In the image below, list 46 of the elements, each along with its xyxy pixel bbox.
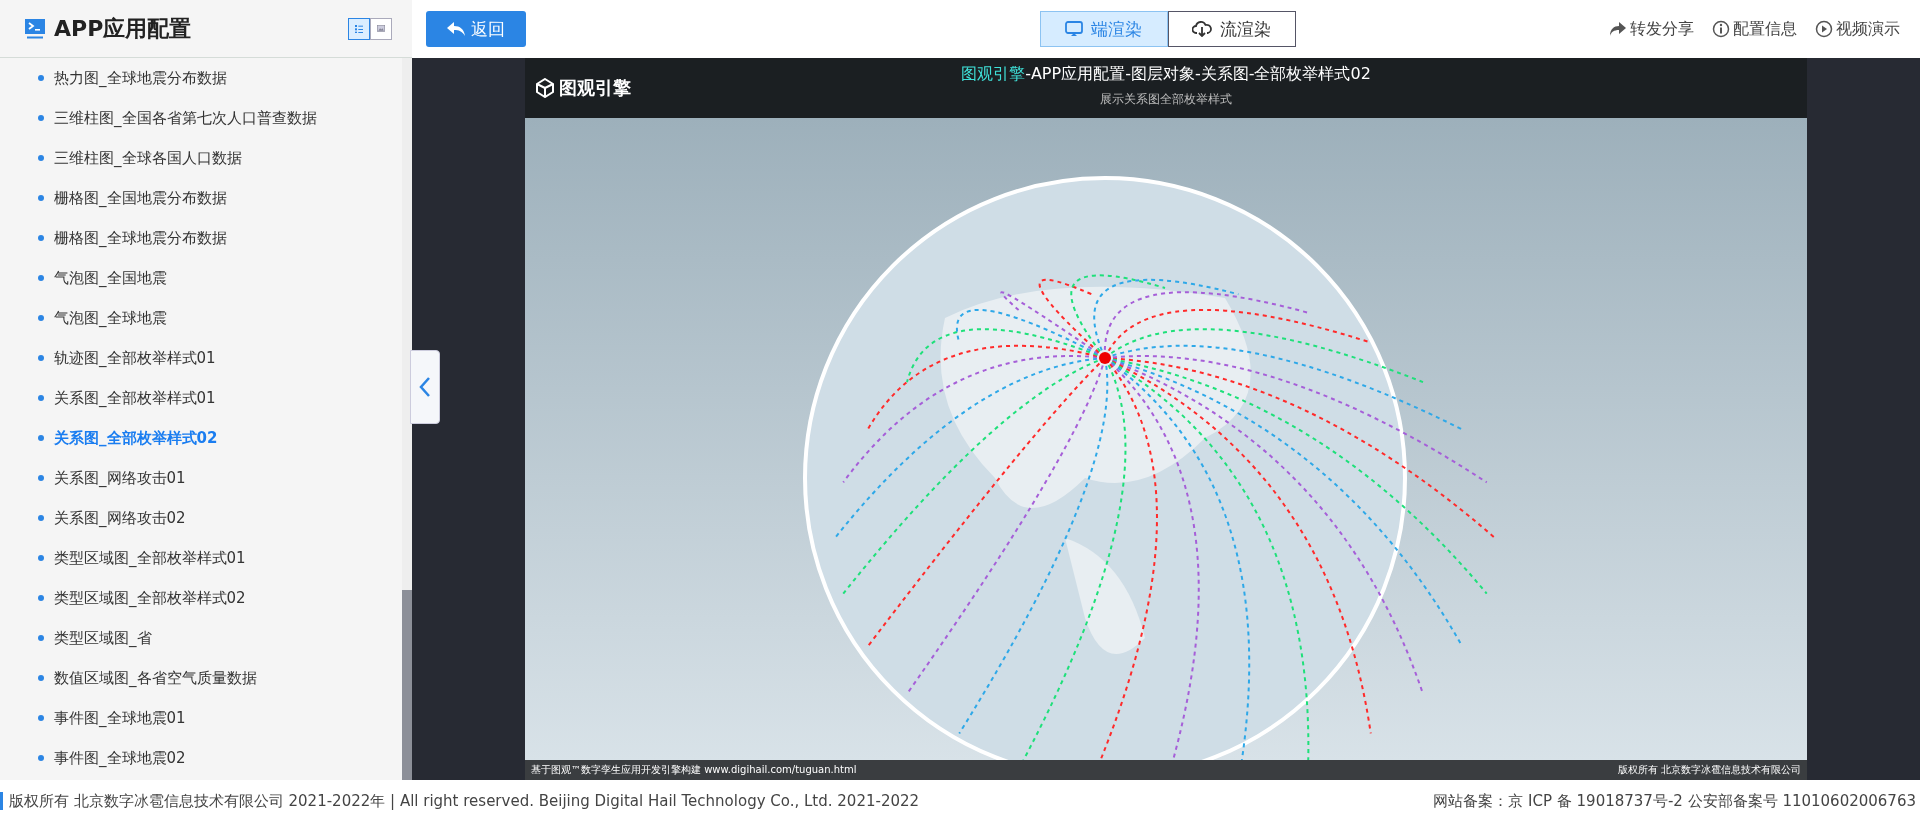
sidebar-item[interactable]: 轨迹图_全部枚举样式01	[38, 338, 216, 378]
terminal-icon	[24, 17, 46, 40]
sidebar-item[interactable]: 栅格图_全球地震分布数据	[38, 218, 227, 258]
viewer-subtitle: 展示关系图全部枚举样式	[1100, 91, 1232, 108]
viewer-copyright: 版权所有 北京数字冰雹信息技术有限公司	[1617, 763, 1801, 777]
toolbar-link[interactable]: 视频演示	[1815, 18, 1900, 40]
brand-name: 图观引擎	[559, 76, 631, 100]
sidebar-item[interactable]: 类型区域图_省	[38, 618, 152, 658]
sidebar-title: APP应用配置	[54, 14, 193, 43]
sidebar-item[interactable]: 关系图_全部枚举样式01	[38, 378, 216, 418]
image-icon	[377, 23, 385, 34]
sidebar-item[interactable]: 气泡图_全球地震	[38, 298, 167, 338]
sidebar-item[interactable]: 栅格图_全国地震分布数据	[38, 178, 227, 218]
logo-icon	[535, 78, 555, 98]
sidebar-item[interactable]: 热力图_全球地震分布数据	[38, 58, 227, 98]
back-button[interactable]: 返回	[426, 11, 526, 47]
sidebar-item[interactable]: 三维柱图_全球各国人口数据	[38, 138, 242, 178]
play-icon	[1815, 20, 1833, 38]
sidebar-item[interactable]: 三维柱图_全国各省第七次人口普查数据	[38, 98, 317, 138]
sidebar-item[interactable]: 事件图_全球地震02	[38, 738, 186, 778]
sidebar-item[interactable]: 关系图_全部枚举样式02	[38, 418, 218, 458]
sidebar-item[interactable]: 类型区域图_全部枚举样式02	[38, 578, 246, 618]
back-arrow-icon	[447, 22, 465, 36]
sidebar-item[interactable]: 数值区域图_各省空气质量数据	[38, 658, 257, 698]
render-mode-tab[interactable]: 流渲染	[1167, 11, 1296, 47]
list-view-button[interactable]	[348, 17, 370, 40]
sidebar-item[interactable]: 类型区域图_全部枚举样式01	[38, 538, 246, 578]
viewer-title: 图观引擎-APP应用配置-图层对象-关系图-全部枚举样式02	[961, 64, 1371, 85]
toolbar-link[interactable]: 配置信息	[1712, 18, 1797, 40]
toolbar-link[interactable]: 转发分享	[1609, 18, 1694, 40]
image-view-button[interactable]	[370, 17, 392, 40]
monitor-icon	[1065, 21, 1083, 37]
copyright-text: 版权所有 北京数字冰雹信息技术有限公司 2021-2022年 | All right reserved. Beijing Digital Hail Technology Co., Ltd. 2021-2022	[9, 791, 920, 811]
sidebar-item[interactable]: 事件图_全球地震01	[38, 698, 186, 738]
scrollbar-thumb[interactable]	[402, 590, 412, 780]
sidebar-item[interactable]: 关系图_网络攻击01	[38, 458, 186, 498]
registration-text: 网站备案：京 ICP 备 19018737号-2 公安部备案号 11010602006763	[1433, 791, 1916, 811]
cloud-download-icon	[1192, 21, 1212, 37]
share-icon	[1609, 21, 1627, 37]
chevron-left-icon	[419, 376, 431, 398]
viewer-footer-text: 基于图观™数字孪生应用开发引擎构建 www.digihail.com/tuguan.html	[531, 763, 857, 777]
collapse-button[interactable]	[410, 350, 440, 424]
sidebar-item[interactable]: 气泡图_全国地震	[38, 258, 167, 298]
list-icon	[355, 22, 363, 35]
sidebar-item[interactable]: 关系图_网络攻击02	[38, 498, 186, 538]
info-icon	[1712, 20, 1730, 38]
